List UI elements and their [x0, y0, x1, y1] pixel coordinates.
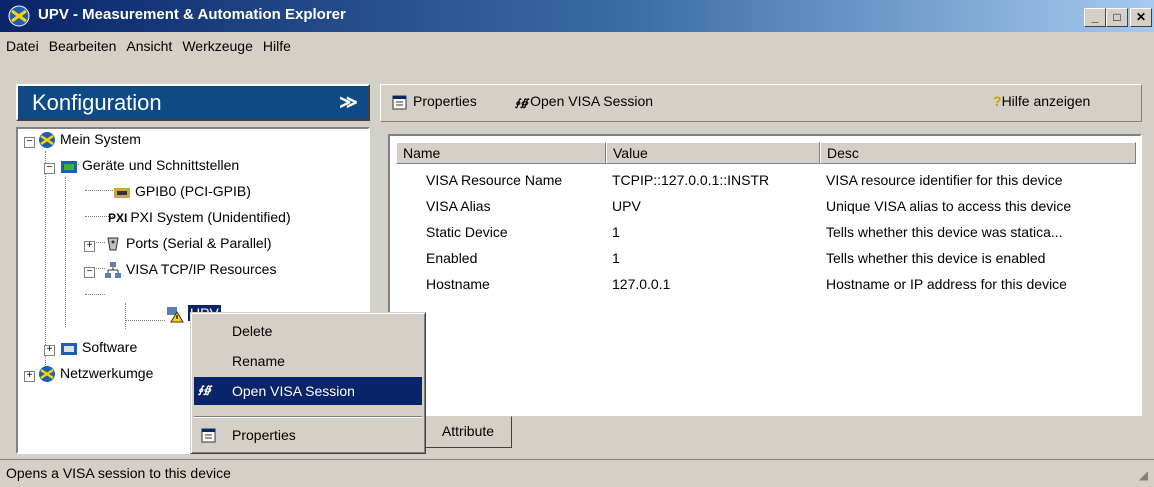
system-globe-icon	[39, 132, 55, 149]
properties-icon	[392, 95, 407, 110]
open-visa-session-button[interactable]: ∮∯ Open VISA Session	[515, 93, 653, 109]
context-open-visa-session[interactable]: ∮∯ Open VISA Session	[194, 377, 422, 405]
expander-netzwerk[interactable]: +	[24, 371, 35, 382]
menu-ansicht[interactable]: Ansicht	[122, 36, 176, 56]
window-title: UPV - Measurement & Automation Explorer	[38, 6, 346, 23]
tab-attribute[interactable]: Attribute	[424, 416, 512, 448]
column-header-desc[interactable]: Desc	[820, 142, 1136, 164]
tree-label: Ports (Serial & Parallel)	[126, 235, 272, 251]
maximize-button[interactable]: □	[1106, 8, 1128, 27]
row-name[interactable]: Enabled	[426, 250, 477, 266]
resize-grip-icon[interactable]: ◢	[1139, 468, 1148, 482]
row-value: 1	[612, 250, 620, 266]
network-globe-icon	[39, 366, 55, 383]
menu-hilfe[interactable]: Hilfe	[259, 36, 295, 56]
column-header-name[interactable]: Name	[396, 142, 606, 164]
visa-icon: ∮∯	[515, 98, 529, 109]
menu-bar: Datei Bearbeiten Ansicht Werkzeuge Hilfe	[0, 36, 295, 60]
warning-network-icon	[167, 307, 184, 323]
row-value: TCPIP::127.0.0.1::INSTR	[612, 172, 770, 188]
open-visa-label: Open VISA Session	[530, 93, 654, 109]
tree-label: Geräte und Schnittstellen	[82, 157, 240, 173]
row-desc: Unique VISA alias to access this device	[826, 198, 1072, 214]
tree-item-software[interactable]: Software	[60, 339, 137, 357]
visa-icon: ∮∯	[198, 385, 212, 396]
row-value: 127.0.0.1	[612, 276, 671, 292]
tree-label: GPIB0 (PCI-GPIB)	[135, 183, 251, 199]
help-button[interactable]: ?Hilfe anzeigen	[993, 93, 1090, 109]
row-name[interactable]: Static Device	[426, 224, 508, 240]
folder-device-icon	[61, 161, 77, 174]
row-desc: Tells whether this device is enabled	[826, 250, 1046, 266]
context-menu: Delete Rename ∮∯ Open VISA Session Proper…	[190, 312, 426, 454]
tree-label: Software	[82, 339, 138, 355]
port-icon	[107, 237, 119, 251]
menu-bearbeiten[interactable]: Bearbeiten	[45, 36, 121, 56]
row-desc: VISA resource identifier for this device	[826, 172, 1063, 188]
row-name[interactable]: VISA Alias	[426, 198, 491, 214]
tree-item-pxi[interactable]: PXI PXI System (Unidentified)	[108, 209, 291, 225]
attribute-list[interactable]: Name Value Desc VISA Resource Name TCPIP…	[388, 134, 1142, 416]
menu-datei[interactable]: Datei	[2, 36, 43, 56]
expander-software[interactable]: +	[44, 345, 55, 356]
tree-label: PXI System (Unidentified)	[130, 209, 291, 225]
max-app-icon[interactable]	[8, 5, 30, 27]
network-icon	[105, 262, 121, 279]
context-open-visa-label: Open VISA Session	[232, 383, 355, 399]
properties-button[interactable]: Properties	[391, 93, 477, 111]
help-icon: ?	[993, 93, 1002, 109]
configuration-header[interactable]: Konfiguration ≫	[16, 84, 370, 121]
tree-label: Netzwerkumge	[60, 365, 154, 381]
close-button[interactable]: ✕	[1130, 8, 1152, 27]
context-separator	[194, 416, 422, 418]
row-name[interactable]: VISA Resource Name	[426, 172, 562, 188]
tree-label: Mein System	[60, 131, 141, 147]
row-name[interactable]: Hostname	[426, 276, 490, 292]
pxi-icon: PXI	[108, 211, 128, 225]
tree-item-geraete[interactable]: Geräte und Schnittstellen	[60, 157, 239, 175]
status-text: Opens a VISA session to this device	[6, 465, 231, 481]
configuration-title: Konfiguration	[32, 90, 162, 115]
context-properties[interactable]: Properties	[194, 421, 422, 449]
column-header-value[interactable]: Value	[606, 142, 820, 164]
folder-software-icon	[61, 343, 77, 356]
expander-mein-system[interactable]: −	[24, 137, 35, 148]
menu-werkzeuge[interactable]: Werkzeuge	[178, 36, 257, 56]
collapse-chevron-icon[interactable]: ≫	[339, 92, 358, 113]
row-desc: Tells whether this device was statica...	[826, 224, 1063, 240]
context-rename[interactable]: Rename	[194, 347, 422, 375]
expander-ports[interactable]: +	[84, 241, 95, 252]
tree-item-visa-tcpip[interactable]: VISA TCP/IP Resources	[104, 261, 276, 279]
right-toolbar: Properties ∮∯ Open VISA Session ?Hilfe an…	[380, 84, 1142, 122]
tree-item-mein-system[interactable]: Mein System	[38, 131, 141, 149]
properties-icon	[201, 428, 216, 443]
context-delete[interactable]: Delete	[194, 317, 422, 345]
tree-item-gpib0[interactable]: GPIB0 (PCI-GPIB)	[113, 183, 251, 201]
context-properties-label: Properties	[232, 427, 296, 443]
row-value: UPV	[612, 198, 641, 214]
title-bar: UPV - Measurement & Automation Explorer …	[0, 0, 1154, 32]
minimize-button[interactable]: _	[1084, 8, 1106, 27]
expander-geraete[interactable]: −	[44, 163, 55, 174]
row-value: 1	[612, 224, 620, 240]
tree-label: VISA TCP/IP Resources	[126, 261, 277, 277]
expander-visa-tcpip[interactable]: −	[84, 267, 95, 278]
row-desc: Hostname or IP address for this device	[826, 276, 1067, 292]
properties-label: Properties	[413, 93, 477, 109]
status-bar: Opens a VISA session to this device ◢	[0, 459, 1154, 487]
tree-item-netzwerk[interactable]: Netzwerkumge	[38, 365, 153, 383]
help-label: Hilfe anzeigen	[1001, 93, 1091, 109]
gpib-card-icon	[114, 188, 130, 199]
tree-item-ports[interactable]: Ports (Serial & Parallel)	[104, 235, 272, 253]
